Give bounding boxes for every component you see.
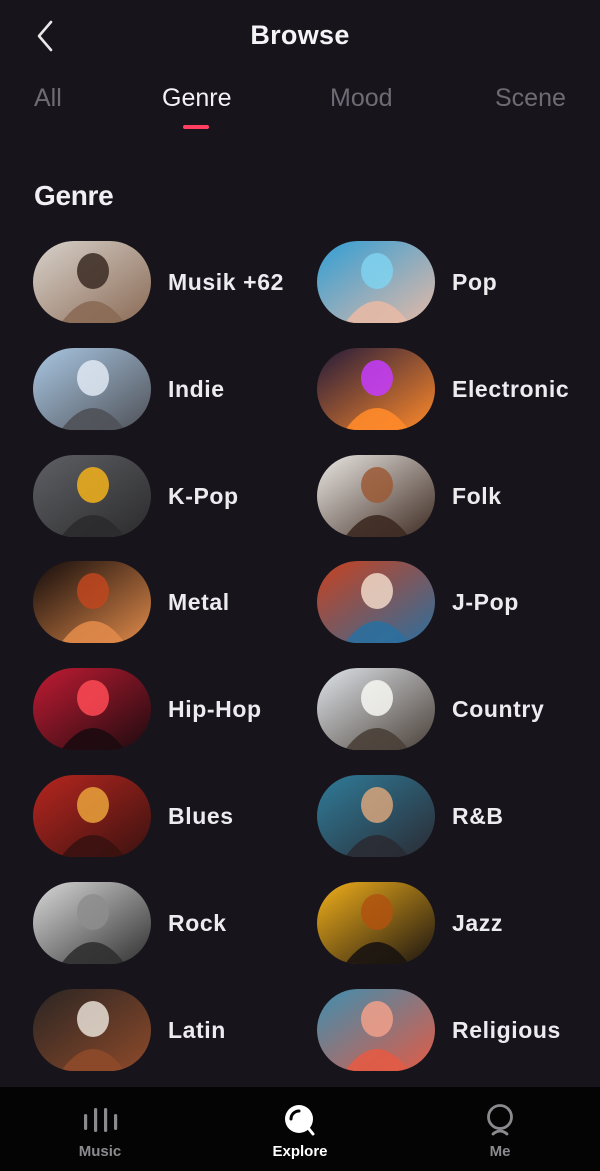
genre-thumbnail — [33, 775, 151, 857]
explore-icon — [280, 1103, 320, 1137]
genre-item[interactable]: Rock — [33, 882, 227, 964]
genre-label: J-Pop — [452, 588, 519, 615]
bars-icon — [80, 1103, 120, 1137]
nav-me-label: Me — [489, 1143, 511, 1160]
bottom-nav: Music Explore Me — [0, 1087, 600, 1171]
genre-label: Blues — [168, 802, 234, 829]
genre-label: Hip-Hop — [168, 695, 262, 722]
genre-item[interactable]: Jazz — [317, 882, 503, 964]
genre-thumbnail — [33, 561, 151, 643]
genre-thumbnail — [33, 989, 151, 1071]
genre-label: Indie — [168, 375, 225, 402]
tab-genre[interactable]: Genre — [162, 84, 231, 113]
profile-icon — [480, 1103, 520, 1137]
genre-item[interactable]: Folk — [317, 455, 502, 537]
genre-item[interactable]: Country — [317, 668, 544, 750]
genre-label: Folk — [452, 482, 502, 509]
genre-label: Electronic — [452, 375, 570, 402]
nav-explore[interactable]: Explore — [200, 1087, 400, 1171]
genre-thumbnail — [317, 989, 435, 1071]
genre-item[interactable]: Hip-Hop — [33, 668, 262, 750]
genre-item[interactable]: J-Pop — [317, 561, 519, 643]
header: Browse — [0, 0, 600, 72]
genre-thumbnail — [33, 668, 151, 750]
genre-item[interactable]: Religious — [317, 989, 561, 1071]
tab-bar: All Genre Mood Scene — [0, 80, 600, 136]
genre-label: Latin — [168, 1016, 226, 1043]
genre-label: Religious — [452, 1016, 561, 1043]
genre-label: Pop — [452, 268, 498, 295]
genre-item[interactable]: Electronic — [317, 348, 569, 430]
genre-label: Rock — [168, 909, 227, 936]
genre-item[interactable]: Indie — [33, 348, 225, 430]
genre-label: Musik +62 — [168, 268, 284, 295]
genre-thumbnail — [33, 882, 151, 964]
genre-thumbnail — [317, 561, 435, 643]
nav-music[interactable]: Music — [0, 1087, 200, 1171]
genre-thumbnail — [33, 455, 151, 537]
genre-item[interactable]: Musik +62 — [33, 241, 284, 323]
genre-thumbnail — [33, 348, 151, 430]
genre-thumbnail — [317, 348, 435, 430]
nav-explore-label: Explore — [272, 1143, 328, 1160]
genre-thumbnail — [33, 241, 151, 323]
genre-thumbnail — [317, 775, 435, 857]
section-title: Genre — [34, 180, 114, 211]
nav-me[interactable]: Me — [400, 1087, 600, 1171]
genre-label: Country — [452, 695, 545, 722]
genre-label: Metal — [168, 588, 230, 615]
active-tab-indicator — [183, 125, 209, 129]
genre-label: K-Pop — [168, 482, 239, 509]
genre-item[interactable]: Metal — [33, 561, 230, 643]
nav-music-label: Music — [78, 1143, 122, 1160]
genre-thumbnail — [317, 882, 435, 964]
genre-label: Jazz — [452, 909, 503, 936]
genre-item[interactable]: Latin — [33, 989, 226, 1071]
genre-item[interactable]: Pop — [317, 241, 497, 323]
tab-all[interactable]: All — [34, 84, 62, 113]
genre-thumbnail — [317, 668, 435, 750]
tab-mood[interactable]: Mood — [330, 84, 393, 113]
genre-label: R&B — [452, 802, 504, 829]
genre-item[interactable]: R&B — [317, 775, 504, 857]
page-title: Browse — [250, 20, 350, 50]
genre-thumbnail — [317, 455, 435, 537]
genre-thumbnail — [317, 241, 435, 323]
tab-scene[interactable]: Scene — [495, 84, 566, 113]
genre-item[interactable]: K-Pop — [33, 455, 239, 537]
genre-item[interactable]: Blues — [33, 775, 234, 857]
